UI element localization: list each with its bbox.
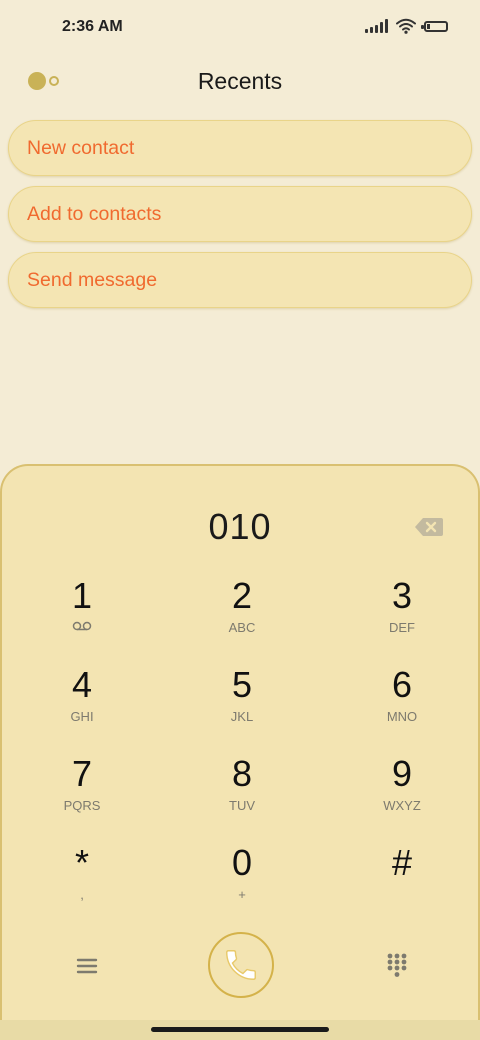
key-8[interactable]: 8 TUV xyxy=(162,742,322,831)
key-letters: MNO xyxy=(386,709,418,724)
key-7[interactable]: 7 PQRS xyxy=(2,742,162,831)
key-digit: 3 xyxy=(391,575,413,616)
status-time: 2:36 AM xyxy=(62,18,123,35)
key-2[interactable]: 2 ABC xyxy=(162,564,322,653)
key-hash[interactable]: # xyxy=(322,831,480,920)
key-digit: 2 xyxy=(231,575,253,616)
key-9[interactable]: 9 WXYZ xyxy=(322,742,480,831)
header: Recents xyxy=(0,56,480,108)
key-letters: DEF xyxy=(389,620,415,635)
key-letters xyxy=(72,620,92,636)
signal-icon xyxy=(365,19,388,33)
page-title: Recents xyxy=(197,68,283,94)
key-letters: ABC xyxy=(228,620,256,635)
key-digit: 9 xyxy=(391,753,413,794)
key-digit: 0 xyxy=(231,842,253,883)
key-4[interactable]: 4 GHI xyxy=(2,653,162,742)
dialpad-icon[interactable] xyxy=(386,952,408,978)
backspace-icon[interactable] xyxy=(414,516,444,538)
key-6[interactable]: 6 MNO xyxy=(322,653,480,742)
key-letters: GHI xyxy=(70,709,94,724)
key-digit: 4 xyxy=(71,664,93,705)
status-bar: 2:36 AM xyxy=(0,0,480,56)
keypad: 1 2 ABC 3 DEF 4 GHI 5 JKL 6 MNO 7 PQRS 8… xyxy=(2,564,480,920)
key-letters: + xyxy=(238,887,246,902)
call-button[interactable] xyxy=(208,932,274,998)
key-1[interactable]: 1 xyxy=(2,564,162,653)
new-contact-button[interactable]: New contact xyxy=(8,120,472,176)
key-0[interactable]: 0 + xyxy=(162,831,322,920)
dialed-number: 010 xyxy=(208,506,272,547)
key-digit: 1 xyxy=(71,575,93,616)
battery-icon xyxy=(421,20,448,32)
key-digit: 6 xyxy=(391,664,413,705)
key-digit: 8 xyxy=(231,753,253,794)
action-list: New contact Add to contacts Send message xyxy=(8,120,472,318)
key-letters: JKL xyxy=(230,709,254,724)
key-letters: , xyxy=(80,887,84,902)
key-3[interactable]: 3 DEF xyxy=(322,564,480,653)
system-nav-bar xyxy=(0,1020,480,1040)
menu-icon[interactable] xyxy=(74,954,100,978)
key-digit: 7 xyxy=(71,753,93,794)
dialpad-panel: 010 1 2 ABC 3 DEF 4 GHI 5 JKL 6 MNO 7 PQ… xyxy=(0,464,480,1024)
key-letters: TUV xyxy=(229,798,255,813)
key-digit: * xyxy=(74,842,89,883)
voicemail-icon xyxy=(72,621,92,631)
add-to-contacts-button[interactable]: Add to contacts xyxy=(8,186,472,242)
key-star[interactable]: * , xyxy=(2,831,162,920)
key-5[interactable]: 5 JKL xyxy=(162,653,322,742)
key-digit: # xyxy=(391,842,413,883)
key-letters: WXYZ xyxy=(383,798,421,813)
wifi-icon xyxy=(396,18,416,34)
status-icons xyxy=(365,18,448,34)
dialpad-bottom-bar xyxy=(2,932,480,1002)
key-digit: 5 xyxy=(231,664,253,705)
send-message-button[interactable]: Send message xyxy=(8,252,472,308)
phone-icon xyxy=(226,950,256,980)
home-indicator[interactable] xyxy=(151,1027,329,1032)
key-letters: PQRS xyxy=(63,798,101,813)
